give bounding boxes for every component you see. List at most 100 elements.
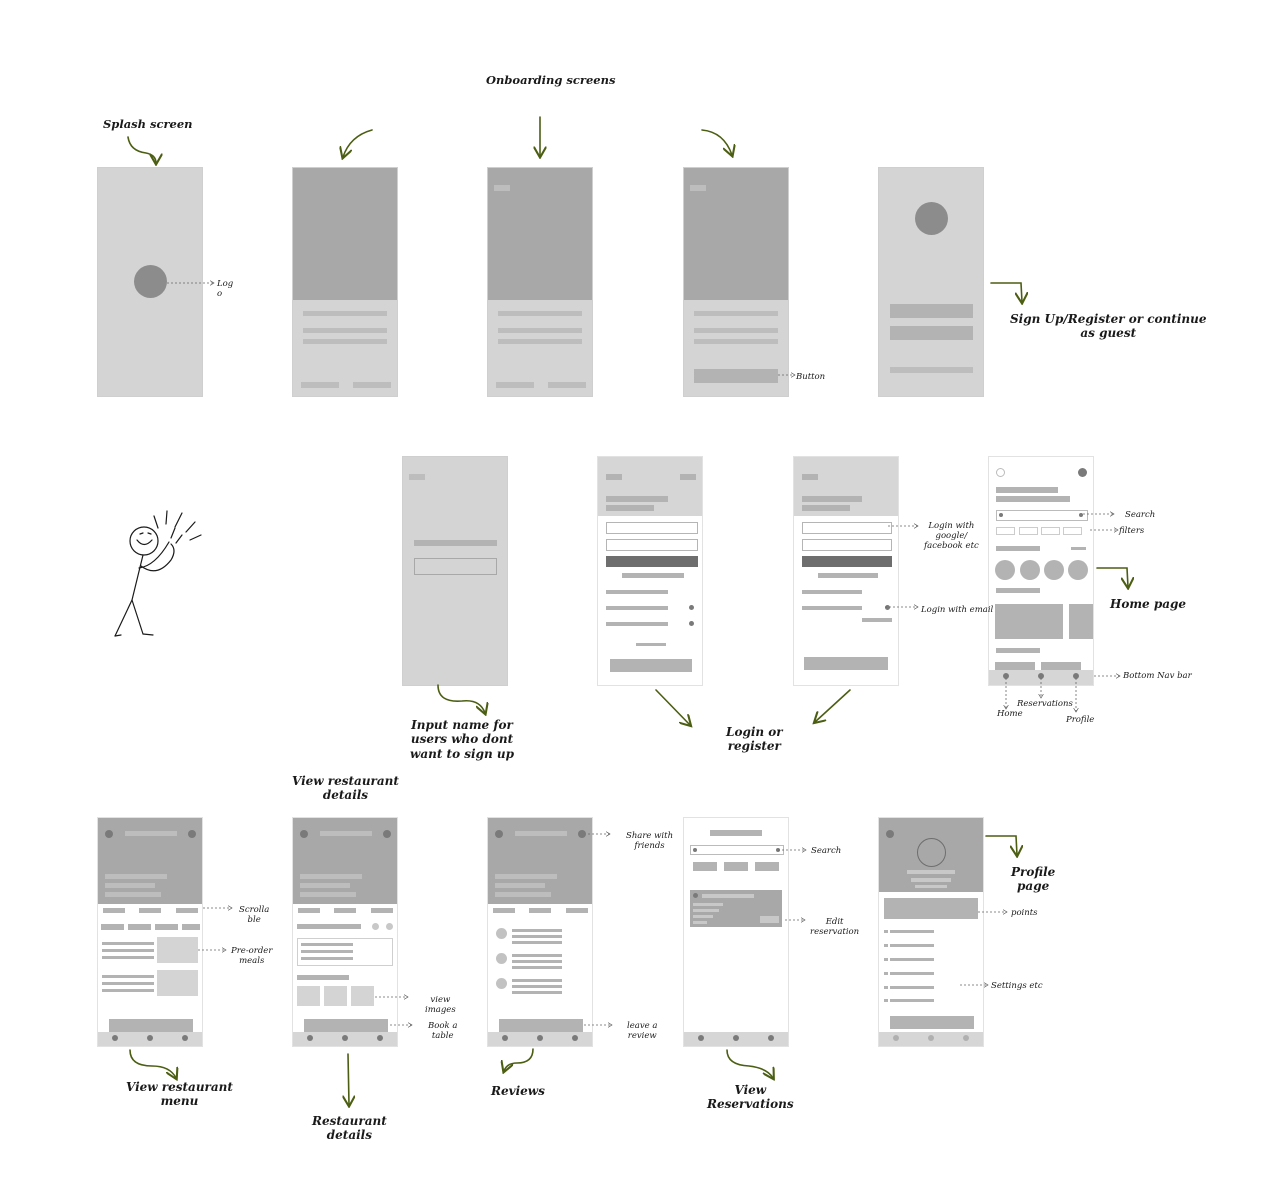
filter-chip[interactable] (755, 862, 779, 871)
skip-placeholder[interactable] (301, 382, 339, 388)
back-icon[interactable] (495, 830, 503, 838)
order-button[interactable] (109, 1019, 193, 1032)
radio-icon[interactable] (689, 605, 694, 610)
reservation-card[interactable] (690, 890, 782, 927)
share-icon[interactable] (578, 830, 586, 838)
category-chip[interactable] (182, 924, 200, 930)
profile-nav-icon[interactable] (1073, 673, 1079, 679)
gallery-image[interactable] (351, 986, 374, 1006)
skip-placeholder[interactable] (496, 382, 534, 388)
tab-details[interactable] (334, 908, 356, 913)
reservations-nav-icon[interactable] (928, 1035, 934, 1041)
tab-reviews[interactable] (566, 908, 588, 913)
profile-nav-icon[interactable] (182, 1035, 188, 1041)
reservations-nav-icon[interactable] (733, 1035, 739, 1041)
home-nav-icon[interactable] (502, 1035, 508, 1041)
home-nav-icon[interactable] (1003, 673, 1009, 679)
password-field[interactable] (802, 539, 892, 551)
tab-details[interactable] (139, 908, 161, 913)
profile-nav-icon[interactable] (572, 1035, 578, 1041)
next-placeholder[interactable] (353, 382, 391, 388)
reservations-nav-icon[interactable] (147, 1035, 153, 1041)
next-placeholder[interactable] (548, 382, 586, 388)
meal-image[interactable] (157, 970, 198, 996)
restaurant-card[interactable] (1069, 604, 1093, 639)
menu-item[interactable] (890, 930, 934, 933)
name-input[interactable] (414, 558, 497, 575)
google-option[interactable] (606, 590, 668, 594)
tab-reviews[interactable] (371, 908, 393, 913)
points-card[interactable] (884, 898, 978, 919)
search-bar[interactable] (690, 845, 784, 855)
logout-button[interactable] (890, 1016, 974, 1029)
menu-item[interactable] (890, 972, 934, 975)
filter-chip[interactable] (1063, 527, 1082, 535)
see-all-link[interactable] (1071, 547, 1086, 550)
home-nav-icon[interactable] (112, 1035, 118, 1041)
get-started-button[interactable] (694, 369, 778, 383)
gallery-image[interactable] (297, 986, 320, 1006)
facebook-option[interactable] (606, 606, 668, 610)
continue-button[interactable] (610, 659, 692, 672)
filter-chip[interactable] (693, 862, 717, 871)
edit-reservation-button[interactable] (760, 916, 779, 923)
category-chip[interactable] (101, 924, 124, 930)
reservations-nav-icon[interactable] (342, 1035, 348, 1041)
category-item[interactable] (1068, 560, 1088, 580)
login-button[interactable] (802, 556, 892, 567)
back-icon[interactable] (886, 830, 894, 838)
menu-item[interactable] (884, 958, 888, 961)
login-button[interactable] (606, 556, 698, 567)
profile-nav-icon[interactable] (768, 1035, 774, 1041)
gallery-image[interactable] (324, 986, 347, 1006)
menu-item[interactable] (890, 986, 934, 989)
menu-item[interactable] (884, 930, 888, 933)
meal-image[interactable] (157, 937, 198, 963)
tab-reviews[interactable] (176, 908, 198, 913)
back-placeholder[interactable] (409, 474, 425, 480)
menu-item[interactable] (884, 972, 888, 975)
email-option[interactable] (802, 606, 862, 610)
profile-nav-icon[interactable] (963, 1035, 969, 1041)
home-nav-icon[interactable] (893, 1035, 899, 1041)
home-nav-icon[interactable] (307, 1035, 313, 1041)
menu-item[interactable] (884, 999, 888, 1002)
reservations-nav-icon[interactable] (1038, 673, 1044, 679)
continue-button[interactable] (804, 657, 888, 670)
email-option[interactable] (606, 622, 668, 626)
share-icon[interactable] (383, 830, 391, 838)
back-placeholder[interactable] (802, 474, 818, 480)
category-item[interactable] (1044, 560, 1064, 580)
tab-menu[interactable] (298, 908, 320, 913)
signup-link[interactable] (862, 618, 892, 622)
tab-menu[interactable] (103, 908, 125, 913)
menu-item[interactable] (890, 944, 934, 947)
menu-icon[interactable] (996, 468, 1005, 477)
back-icon[interactable] (300, 830, 308, 838)
menu-item[interactable] (884, 986, 888, 989)
category-item[interactable] (1020, 560, 1040, 580)
register-button[interactable] (890, 326, 973, 340)
menu-item[interactable] (890, 999, 934, 1002)
home-nav-icon[interactable] (698, 1035, 704, 1041)
back-icon[interactable] (105, 830, 113, 838)
menu-item[interactable] (884, 944, 888, 947)
reservations-nav-icon[interactable] (537, 1035, 543, 1041)
filter-chip[interactable] (1041, 527, 1060, 535)
avatar[interactable] (1078, 468, 1087, 477)
email-field[interactable] (606, 522, 698, 534)
profile-nav-icon[interactable] (377, 1035, 383, 1041)
menu-item[interactable] (890, 958, 934, 961)
guest-link[interactable] (890, 367, 973, 373)
category-chip[interactable] (128, 924, 151, 930)
restaurant-card[interactable] (995, 604, 1063, 639)
profile-avatar[interactable] (917, 838, 946, 867)
category-chip[interactable] (155, 924, 178, 930)
password-field[interactable] (606, 539, 698, 551)
category-item[interactable] (995, 560, 1015, 580)
tab-menu[interactable] (493, 908, 515, 913)
email-field[interactable] (802, 522, 892, 534)
skip-placeholder[interactable] (680, 474, 696, 480)
filter-chip[interactable] (996, 527, 1015, 535)
forgot-link[interactable] (622, 573, 684, 578)
